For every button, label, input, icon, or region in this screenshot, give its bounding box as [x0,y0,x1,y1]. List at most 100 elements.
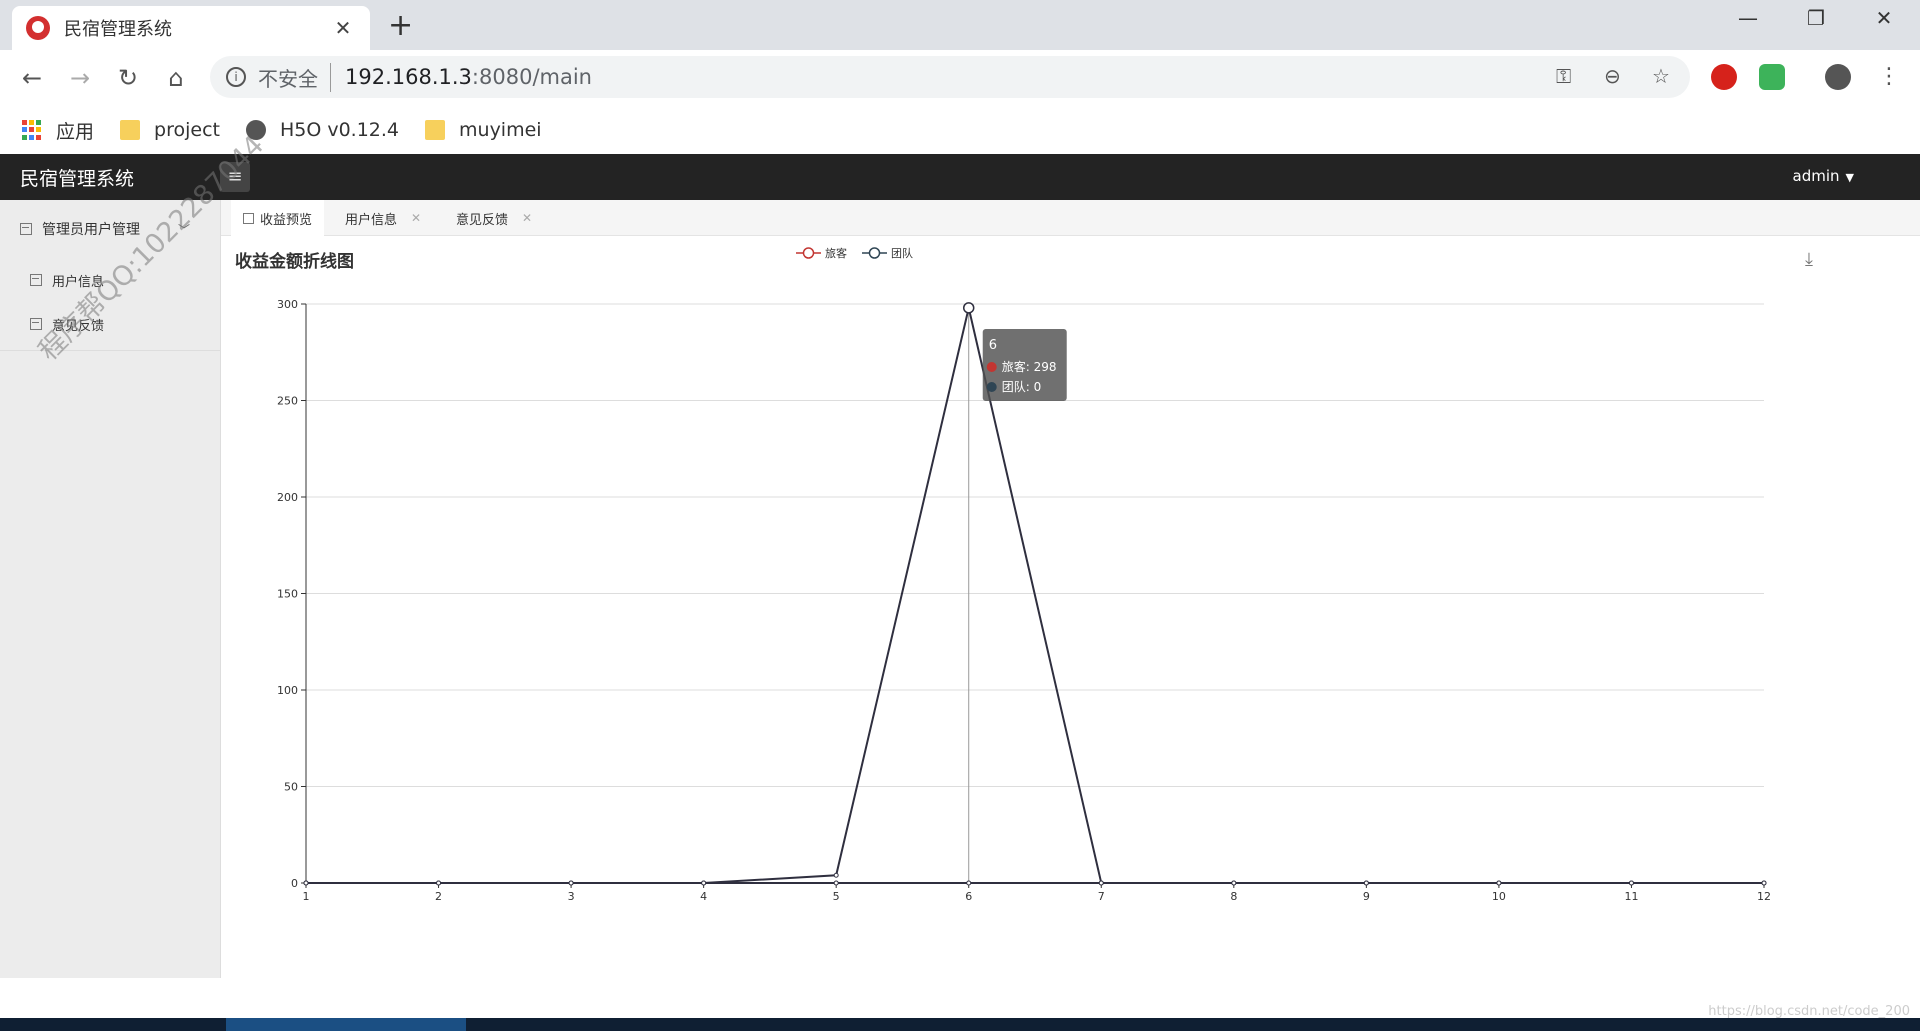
app-brand: 民宿管理系统 [20,168,135,190]
sidebar-divider [0,350,220,351]
legend-label: 团队 [891,246,913,260]
home-icon[interactable]: ⌂ [160,62,192,94]
tab-label: 意见反馈 [456,212,509,228]
user-menu[interactable]: admin ▼ [1793,167,1854,185]
chart-panel: 收益金额折线图 ⤓ 0 50 100 150 200 250 300 1 2 3 4 5 6 7 8 9 10 1… [221,237,1920,978]
tab-feedback[interactable]: 意见反馈 ✕ [444,200,544,236]
list-icon [20,223,32,235]
y-tick-label: 150 [277,588,298,601]
bookmark-apps[interactable]: 应用 [22,117,94,144]
tooltip-line: 旅客: 298 [1002,359,1057,374]
browser-titlebar: 民宿管理系统 ✕ + — ❐ ✕ [0,0,1920,50]
address-bar[interactable]: i 不安全 192.168.1.3 :8080/main [210,56,1690,98]
data-point [436,880,442,886]
app-header: 民宿管理系统 ≡ admin ▼ [0,154,1920,200]
apps-icon [22,120,42,140]
y-tick-label: 0 [291,877,298,890]
x-tick-label: 11 [1624,890,1638,903]
sidebar-group-label: 管理员用户管理 [42,222,140,238]
data-point [1098,880,1104,886]
tooltip-series-dot [986,382,997,392]
tab-revenue-preview[interactable]: 收益预览 [231,200,325,236]
data-point [833,880,839,886]
data-point [701,880,707,886]
x-tick-label: 4 [700,890,707,903]
taskbar-active-item[interactable] [226,1018,466,1031]
y-tick-label: 250 [277,395,298,408]
x-tick-label: 5 [833,890,840,903]
home-tab-icon [243,212,254,224]
tooltip-line: 团队: 0 [1002,379,1042,394]
x-tick-label: 9 [1363,890,1370,903]
adblock-extension-icon[interactable] [1711,64,1737,90]
forward-icon[interactable]: → [64,62,96,94]
list-icon [30,274,42,286]
data-point [1496,880,1502,886]
browser-menu-icon[interactable]: ⋮ [1878,64,1900,89]
site-info-icon[interactable]: i [226,67,246,87]
bookmark-muyimei[interactable]: muyimei [425,119,542,141]
data-point [966,880,972,886]
page-tabs: 收益预览 用户信息 ✕ 意见反馈 ✕ [221,200,1920,236]
user-name: admin [1792,167,1840,185]
footer-watermark: https://blog.csdn.net/code_200 [1708,1004,1910,1019]
os-taskbar [0,1018,1920,1031]
bookmark-project[interactable]: project [120,119,220,141]
tooltip-title: 6 [989,338,997,353]
bookmark-h5o[interactable]: H5O v0.12.4 [245,119,399,141]
tab-label: 用户信息 [345,212,398,228]
x-tick-label: 6 [965,890,972,903]
line-chart: 0501001502002503001 2 3 4 5 6 7 8 9 10 11 12旅客 团队6旅客… [277,246,1771,903]
folder-icon [120,120,141,140]
bookmarks-bar: 应用 project H5O v0.12.4 muyimei [0,106,1920,154]
data-point [1231,880,1237,886]
folder-icon [425,120,446,140]
x-tick-label: 12 [1757,890,1771,903]
tooltip-series-dot [986,362,997,372]
data-point [962,302,975,314]
tab-close-icon[interactable]: ✕ [522,211,532,225]
y-tick-label: 100 [277,684,298,697]
tab-title: 民宿管理系统 [64,19,172,40]
y-tick-label: 300 [277,298,298,311]
profile-avatar-icon[interactable] [1825,64,1851,90]
zoom-icon[interactable]: ⊖ [1604,64,1621,88]
back-icon[interactable]: ← [16,62,48,94]
tab-label: 收益预览 [260,212,313,228]
bookmark-label: muyimei [459,119,542,141]
x-tick-label: 2 [435,890,442,903]
tab-close-icon[interactable]: ✕ [330,16,356,40]
reload-icon[interactable]: ↻ [112,62,144,94]
bookmark-label: 应用 [56,120,95,143]
sidebar: 管理员用户管理 ﹀ 用户信息 意见反馈 [0,200,221,978]
x-tick-label: 3 [568,890,575,903]
legend-marker [868,247,881,259]
shield-extension-icon[interactable] [1759,64,1785,90]
new-tab-button[interactable]: + [388,8,413,44]
minimize-icon[interactable]: — [1728,6,1768,30]
tab-close-icon[interactable]: ✕ [411,211,421,225]
y-tick-label: 200 [277,491,298,504]
browser-tab[interactable]: 民宿管理系统 ✕ [12,6,370,50]
close-window-icon[interactable]: ✕ [1864,6,1904,30]
x-tick-label: 10 [1492,890,1506,903]
legend-marker [802,247,815,259]
browser-toolbar: ← → ↻ ⌂ i 不安全 192.168.1.3 :8080/main ⚿ ⊖… [0,50,1920,106]
data-point [568,880,574,886]
tab-user-info[interactable]: 用户信息 ✕ [333,200,433,236]
url-host: 192.168.1.3 [345,65,472,89]
bookmark-label: project [154,119,220,141]
y-tick-label: 50 [284,781,298,794]
key-icon[interactable]: ⚿ [1556,64,1571,88]
restore-icon[interactable]: ❐ [1796,6,1836,30]
data-point [303,880,309,886]
url-path: :8080/main [471,65,592,89]
legend-label: 旅客 [825,246,847,260]
x-tick-label: 8 [1230,890,1237,903]
security-label: 不安全 [258,62,331,92]
site-favicon-icon [26,16,50,40]
bookmark-star-icon[interactable]: ☆ [1652,64,1670,88]
x-tick-label: 1 [303,890,310,903]
data-point [1363,880,1369,886]
x-tick-label: 7 [1098,890,1105,903]
